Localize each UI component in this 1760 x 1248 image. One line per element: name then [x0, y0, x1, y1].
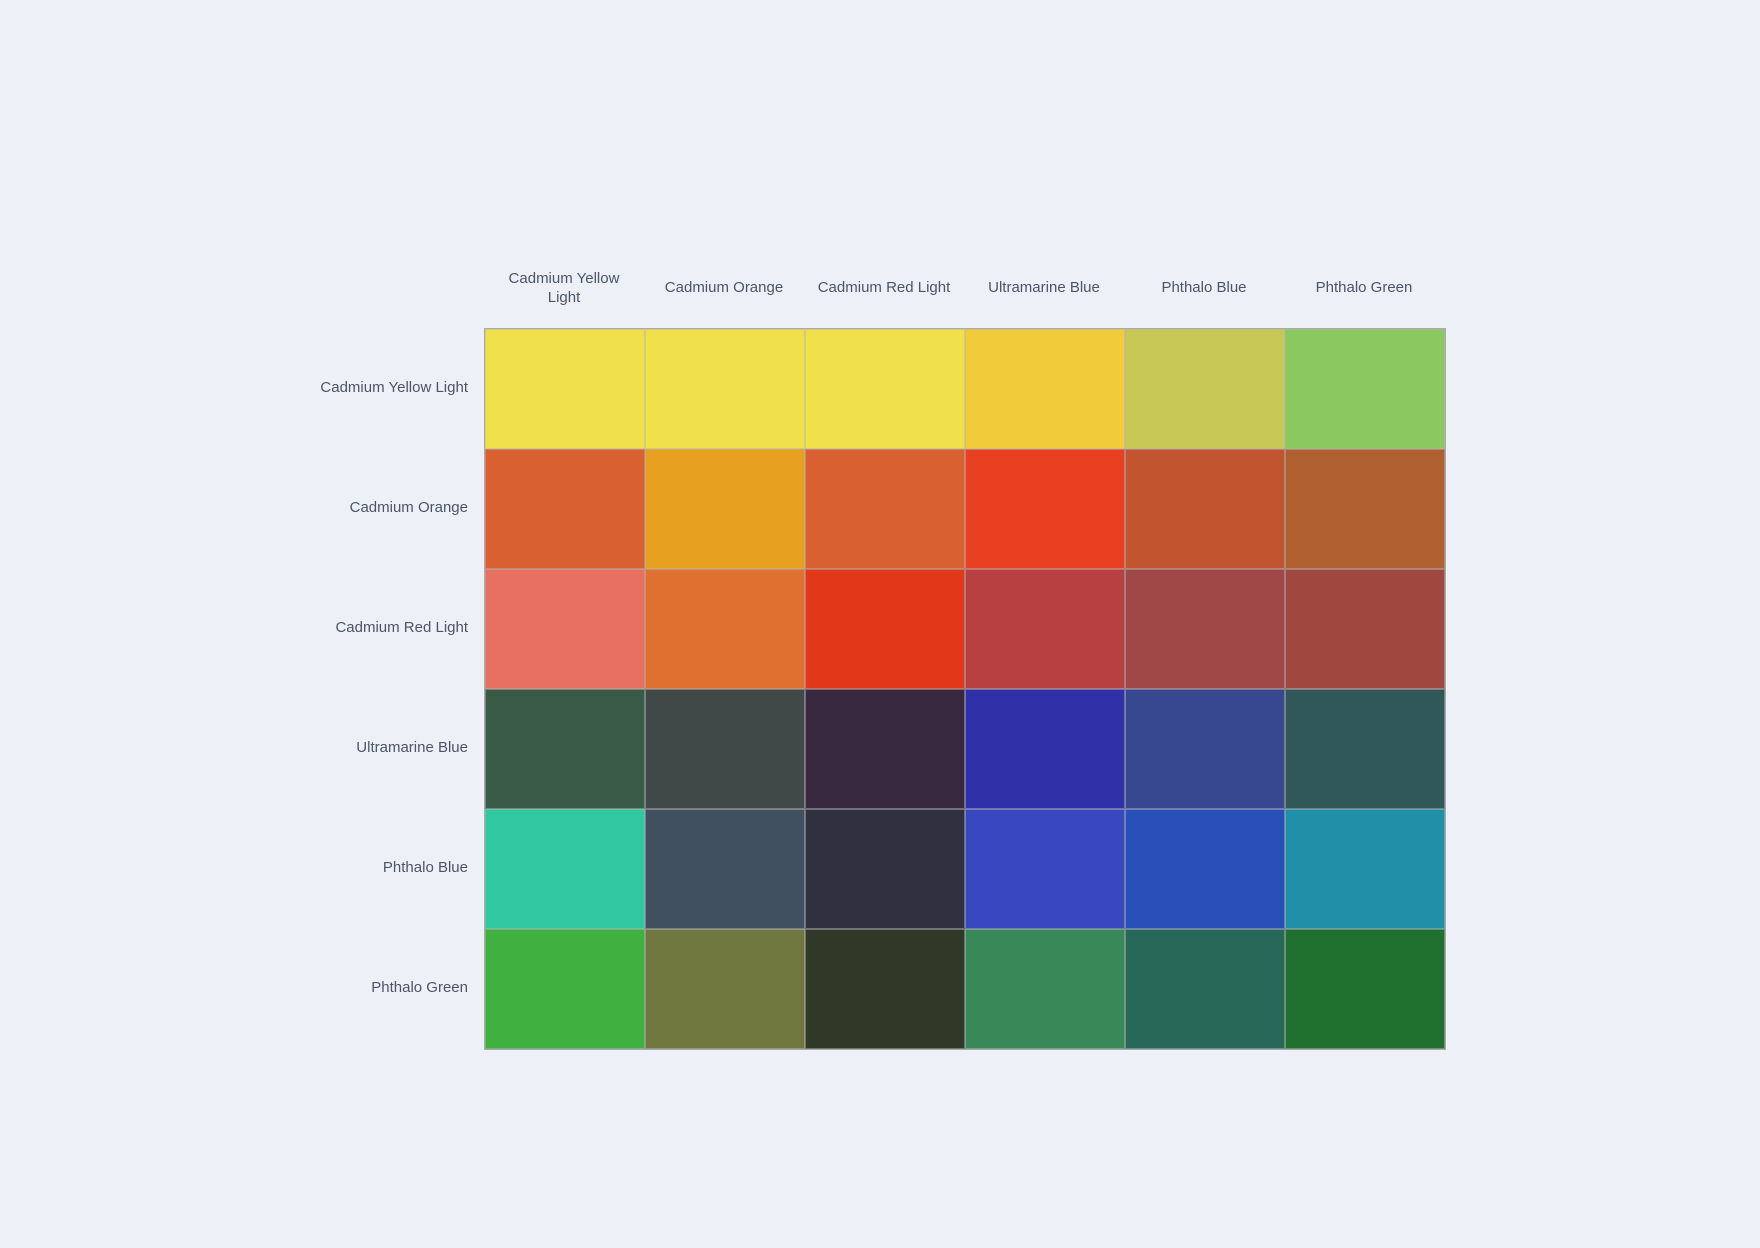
grid-cell-2-3	[965, 569, 1125, 689]
grid-row-1	[485, 449, 1445, 569]
grid-cell-0-5	[1285, 329, 1445, 449]
grid-cell-4-5	[1285, 809, 1445, 929]
row-labels: Cadmium Yellow LightCadmium OrangeCadmiu…	[314, 328, 484, 1048]
grid-cell-0-3	[965, 329, 1125, 449]
grid-cell-0-1	[645, 329, 805, 449]
grid-row-0	[485, 329, 1445, 449]
grid-cell-1-2	[805, 449, 965, 569]
grid-cell-1-0	[485, 449, 645, 569]
grid-cell-5-0	[485, 929, 645, 1049]
grid-cell-4-3	[965, 809, 1125, 929]
col-header-2: Cadmium Red Light	[804, 248, 964, 328]
grid-cell-2-0	[485, 569, 645, 689]
grid-cell-3-2	[805, 689, 965, 809]
grid-cell-5-3	[965, 929, 1125, 1049]
grid-cell-5-5	[1285, 929, 1445, 1049]
grid-cell-3-1	[645, 689, 805, 809]
grid-cell-0-4	[1125, 329, 1285, 449]
row-label-3: Ultramarine Blue	[314, 688, 484, 808]
row-label-1: Cadmium Orange	[314, 448, 484, 568]
grid-cell-1-3	[965, 449, 1125, 569]
grid-cell-1-5	[1285, 449, 1445, 569]
color-grid	[484, 328, 1446, 1050]
row-label-4: Phthalo Blue	[314, 808, 484, 928]
row-label-5: Phthalo Green	[314, 928, 484, 1048]
grid-row-3	[485, 689, 1445, 809]
grid-row-5	[485, 929, 1445, 1049]
grid-section: Cadmium Yellow LightCadmium OrangeCadmiu…	[484, 248, 1446, 1050]
grid-cell-0-0	[485, 329, 645, 449]
grid-cell-3-3	[965, 689, 1125, 809]
grid-cell-2-2	[805, 569, 965, 689]
grid-cell-2-1	[645, 569, 805, 689]
col-header-0: Cadmium Yellow Light	[484, 248, 644, 328]
page-container: Cadmium Yellow LightCadmium OrangeCadmiu…	[280, 198, 1480, 1050]
grid-cell-0-2	[805, 329, 965, 449]
grid-cell-2-5	[1285, 569, 1445, 689]
grid-cell-4-2	[805, 809, 965, 929]
row-label-0: Cadmium Yellow Light	[314, 328, 484, 448]
grid-cell-3-0	[485, 689, 645, 809]
grid-cell-1-1	[645, 449, 805, 569]
grid-cell-5-1	[645, 929, 805, 1049]
grid-cell-1-4	[1125, 449, 1285, 569]
grid-cell-3-5	[1285, 689, 1445, 809]
col-headers: Cadmium Yellow LightCadmium OrangeCadmiu…	[484, 248, 1446, 328]
col-header-3: Ultramarine Blue	[964, 248, 1124, 328]
col-header-4: Phthalo Blue	[1124, 248, 1284, 328]
grid-row-2	[485, 569, 1445, 689]
grid-cell-3-4	[1125, 689, 1285, 809]
grid-cell-4-1	[645, 809, 805, 929]
chart-wrapper: Cadmium Yellow LightCadmium OrangeCadmiu…	[280, 248, 1480, 1050]
grid-cell-4-0	[485, 809, 645, 929]
col-header-1: Cadmium Orange	[644, 248, 804, 328]
row-label-2: Cadmium Red Light	[314, 568, 484, 688]
grid-cell-5-4	[1125, 929, 1285, 1049]
grid-cell-2-4	[1125, 569, 1285, 689]
grid-cell-5-2	[805, 929, 965, 1049]
grid-cell-4-4	[1125, 809, 1285, 929]
col-header-5: Phthalo Green	[1284, 248, 1444, 328]
grid-row-4	[485, 809, 1445, 929]
